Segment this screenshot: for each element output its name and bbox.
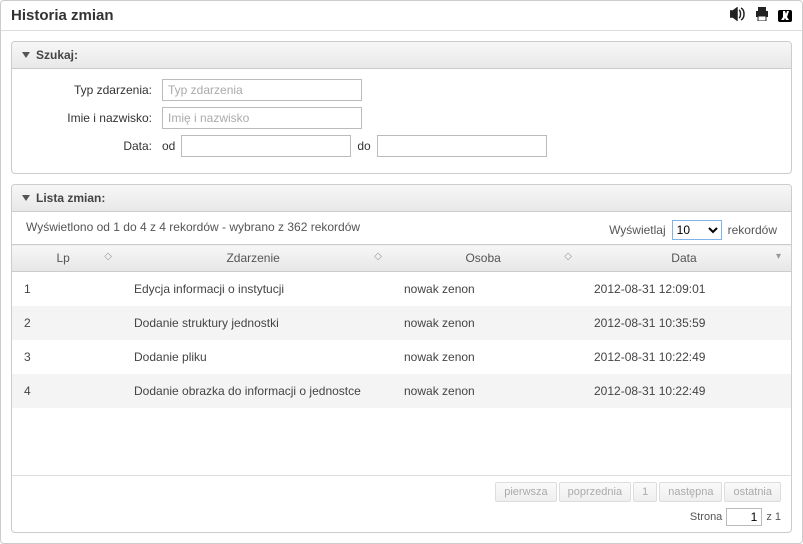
search-panel: Szukaj: Typ zdarzenia: Imie i nazwisko: …: [11, 41, 792, 174]
date-to-input[interactable]: [377, 135, 547, 157]
page-size-control: Wyświetlaj 10 rekordów: [609, 220, 777, 240]
date-label: Data:: [26, 139, 156, 153]
window-header: Historia zmian: [1, 1, 802, 31]
to-label: do: [357, 139, 370, 153]
table-row[interactable]: 3 Dodanie pliku nowak zenon 2012-08-31 1…: [12, 340, 791, 374]
pager-prev[interactable]: poprzednia: [559, 482, 631, 502]
sort-icon: ◇: [374, 251, 382, 262]
event-type-input[interactable]: [162, 79, 362, 101]
page-label: Strona: [690, 511, 722, 523]
collapse-icon: [22, 52, 30, 58]
date-from-input[interactable]: [181, 135, 351, 157]
pager-last[interactable]: ostatnia: [724, 482, 781, 502]
list-panel: Lista zmian: Wyświetlono od 1 do 4 z 4 r…: [11, 184, 792, 533]
pager-current[interactable]: 1: [633, 482, 657, 502]
pager-first[interactable]: pierwsza: [495, 482, 556, 502]
pdf-icon[interactable]: [778, 10, 792, 22]
type-label: Typ zdarzenia:: [26, 83, 156, 97]
display-label-right: rekordów: [728, 223, 777, 237]
name-input[interactable]: [162, 107, 362, 129]
search-panel-body: Typ zdarzenia: Imie i nazwisko: Data: od…: [12, 69, 791, 173]
col-date-header[interactable]: Data▾: [582, 245, 791, 272]
changes-table: Lp◇ Zdarzenie◇ Osoba◇ Data▾ 1 Edycja inf…: [12, 244, 791, 408]
name-label: Imie i nazwisko:: [26, 111, 156, 125]
search-panel-title: Szukaj:: [36, 48, 78, 62]
display-label-left: Wyświetlaj: [609, 223, 666, 237]
page-size-select[interactable]: 10: [672, 220, 722, 240]
sort-icon: ▾: [776, 251, 781, 262]
pager: pierwsza poprzednia 1 następna ostatnia …: [12, 475, 791, 532]
records-info: Wyświetlono od 1 do 4 z 4 rekordów - wyb…: [26, 220, 360, 234]
col-lp-header[interactable]: Lp◇: [12, 245, 122, 272]
sort-icon: ◇: [104, 251, 112, 262]
pager-next[interactable]: następna: [659, 482, 722, 502]
col-event-header[interactable]: Zdarzenie◇: [122, 245, 392, 272]
content: Szukaj: Typ zdarzenia: Imie i nazwisko: …: [1, 31, 802, 543]
table-row[interactable]: 2 Dodanie struktury jednostki nowak zeno…: [12, 306, 791, 340]
print-icon[interactable]: [754, 7, 770, 24]
collapse-icon: [22, 195, 30, 201]
col-person-header[interactable]: Osoba◇: [392, 245, 582, 272]
page-title: Historia zmian: [11, 7, 114, 24]
list-panel-header[interactable]: Lista zmian:: [12, 185, 791, 212]
window: Historia zmian Szukaj: Typ zdarzenia:: [0, 0, 803, 544]
audio-icon[interactable]: [730, 7, 746, 24]
page-of-label: z 1: [766, 511, 781, 523]
sort-icon: ◇: [564, 251, 572, 262]
search-panel-header[interactable]: Szukaj:: [12, 42, 791, 69]
page-input[interactable]: [726, 508, 762, 526]
header-actions: [730, 7, 792, 24]
table-row[interactable]: 4 Dodanie obrazka do informacji o jednos…: [12, 374, 791, 408]
table-row[interactable]: 1 Edycja informacji o instytucji nowak z…: [12, 272, 791, 307]
from-label: od: [162, 139, 175, 153]
list-toolbar: Wyświetlono od 1 do 4 z 4 rekordów - wyb…: [12, 212, 791, 244]
list-panel-title: Lista zmian:: [36, 191, 105, 205]
